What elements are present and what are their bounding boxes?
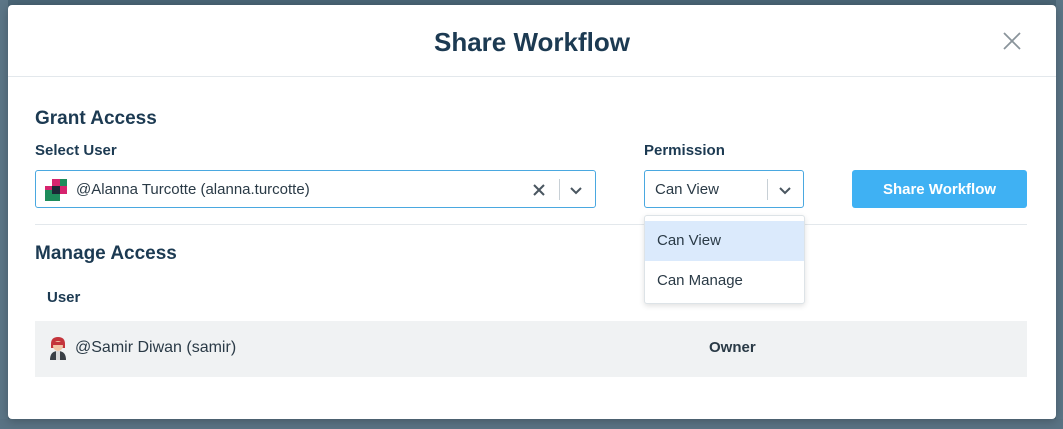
select-user-label: Select User <box>35 142 117 159</box>
table-row: @Samir Diwan (samir) Owner <box>35 321 1027 377</box>
grant-access-heading: Grant Access <box>35 108 157 129</box>
permission-dropdown-menu: Can View Can Manage <box>644 215 805 304</box>
share-workflow-button[interactable]: Share Workflow <box>852 170 1027 208</box>
user-role: Owner <box>709 339 756 356</box>
permission-value: Can View <box>655 181 719 198</box>
select-separator <box>559 179 560 200</box>
clear-x-icon[interactable] <box>531 182 547 198</box>
section-divider <box>35 224 1027 225</box>
avatar-icon <box>45 179 67 201</box>
chevron-down-icon[interactable] <box>568 182 584 198</box>
close-button[interactable] <box>1002 31 1022 51</box>
close-icon <box>1003 32 1021 50</box>
select-separator <box>767 179 768 200</box>
select-user-field[interactable]: @Alanna Turcotte (alanna.turcotte) <box>35 170 596 208</box>
user-name: @Samir Diwan (samir) <box>75 339 237 356</box>
avatar-icon <box>47 336 69 360</box>
share-workflow-modal: Share Workflow Grant Access Select User … <box>8 5 1056 419</box>
background-page-left <box>0 0 8 429</box>
modal-header: Share Workflow <box>8 5 1056 77</box>
modal-title: Share Workflow <box>433 27 630 57</box>
permission-label: Permission <box>644 142 725 159</box>
selected-user-value: @Alanna Turcotte (alanna.turcotte) <box>76 181 310 198</box>
background-page-right <box>1056 0 1063 429</box>
option-can-view[interactable]: Can View <box>645 221 804 261</box>
manage-access-heading: Manage Access <box>35 243 177 264</box>
column-header-user: User <box>47 289 81 306</box>
background-page-bottom <box>0 419 1063 429</box>
permission-select[interactable]: Can View <box>644 170 804 208</box>
option-can-manage[interactable]: Can Manage <box>645 261 804 301</box>
chevron-down-icon[interactable] <box>777 182 793 198</box>
